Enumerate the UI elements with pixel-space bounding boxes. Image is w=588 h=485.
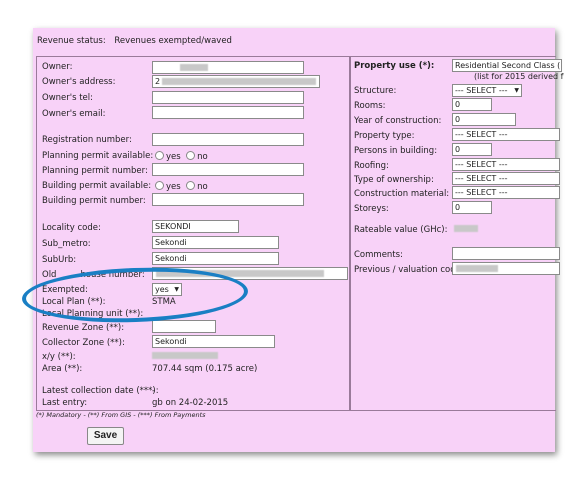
comments-label: Comments: [354, 250, 403, 260]
locality-code-label: Locality code: [42, 223, 101, 233]
area-value: 707.44 sqm (0.175 acre) [152, 364, 258, 374]
construction-material-label: Construction material: [354, 189, 450, 199]
registration-number-field[interactable] [152, 133, 304, 146]
property-use-label: Property use (*): [354, 61, 435, 71]
year-of-construction-label: Year of construction: [354, 116, 442, 126]
suburb-label: SubUrb: [42, 255, 77, 265]
type-of-ownership-select[interactable]: --- SELECT --- [452, 172, 560, 185]
owner-email-field[interactable] [152, 106, 304, 119]
roofing-select[interactable]: --- SELECT --- [452, 158, 560, 171]
planning-permit-radio-group: yes no [155, 151, 208, 162]
owner-tel-field[interactable] [152, 91, 304, 104]
property-use-field[interactable]: Residential Second Class ( [452, 59, 562, 72]
revenue-zone-label: Revenue Zone (**): [42, 323, 125, 333]
previous-valuation-code-label: Previous / valuation code: [354, 265, 464, 275]
footnote: (*) Mandatory - (**) From GIS - (***) Fr… [36, 411, 206, 419]
building-permit-yes-radio[interactable] [155, 181, 164, 190]
xy-label: x/y (**): [42, 352, 76, 362]
planning-permit-yes-radio[interactable] [155, 151, 164, 160]
storeys-label: Storeys: [354, 204, 389, 214]
structure-label: Structure: [354, 86, 397, 96]
planning-permit-number-field[interactable] [152, 163, 304, 176]
owner-address-redacted [162, 78, 316, 85]
planning-permit-yes-label: yes [166, 152, 181, 162]
sub-metro-field[interactable]: Sekondi [152, 236, 279, 249]
revenue-status: Revenue status: Revenues exempted/waved [37, 36, 232, 46]
locality-code-field[interactable]: SEKONDI [152, 220, 239, 233]
planning-permit-no-radio[interactable] [186, 151, 196, 160]
last-entry-value: gb on 24-02-2015 [152, 398, 229, 408]
construction-material-select[interactable]: --- SELECT --- [452, 186, 560, 199]
sub-metro-label: Sub_metro: [42, 239, 91, 249]
previous-valuation-code-redacted [456, 265, 498, 272]
persons-in-building-label: Persons in building: [354, 146, 438, 156]
building-permit-number-label: Building permit number: [42, 196, 146, 206]
chevron-down-icon: ▼ [514, 87, 519, 94]
roofing-label: Roofing: [354, 161, 389, 171]
building-permit-number-field[interactable] [152, 193, 304, 206]
planning-permit-number-label: Planning permit number: [42, 166, 148, 176]
building-permit-radio-group: yes no [155, 181, 208, 192]
comments-field[interactable] [452, 247, 560, 260]
planning-permit-available-label: Planning permit available: [42, 151, 154, 161]
storeys-field[interactable]: 0 [452, 201, 492, 214]
rateable-value-label: Rateable value (GHc): [354, 225, 448, 235]
owner-field[interactable] [152, 61, 304, 74]
revenue-status-label: Revenue status: [37, 36, 106, 46]
rooms-field[interactable]: 0 [452, 98, 492, 111]
structure-value: --- SELECT --- [455, 86, 508, 95]
year-of-construction-field[interactable]: 0 [452, 113, 516, 126]
last-entry-label: Last entry: [42, 398, 88, 408]
owner-address-value: 2 [155, 77, 161, 86]
collector-zone-label: Collector Zone (**): [42, 338, 125, 348]
property-type-select[interactable]: --- SELECT --- [452, 128, 560, 141]
building-permit-yes-label: yes [166, 182, 181, 192]
owner-label: Owner: [42, 62, 73, 72]
planning-permit-no-label: no [197, 152, 208, 162]
revenue-zone-field[interactable] [152, 320, 216, 333]
owner-redacted [180, 64, 208, 71]
registration-number-label: Registration number: [42, 135, 132, 145]
latest-collection-date-label: Latest collection date (***): [42, 386, 159, 396]
building-permit-no-label: no [197, 182, 208, 192]
persons-in-building-field[interactable]: 0 [452, 143, 492, 156]
suburb-field[interactable]: Sekondi [152, 252, 279, 265]
building-permit-no-radio[interactable] [186, 181, 196, 190]
rateable-value-redacted [454, 225, 478, 232]
property-type-label: Property type: [354, 131, 415, 141]
type-of-ownership-label: Type of ownership: [354, 175, 434, 185]
owner-address-label: Owner's address: [42, 77, 116, 87]
latest-collection-date-value: - [152, 386, 156, 396]
collector-zone-field[interactable]: Sekondi [152, 335, 275, 348]
owner-tel-label: Owner's tel: [42, 93, 94, 103]
property-use-note: (list for 2015 derived f [474, 72, 564, 81]
owner-email-label: Owner's email: [42, 109, 106, 119]
save-button[interactable]: Save [87, 427, 124, 445]
area-label: Area (**): [42, 364, 83, 374]
revenue-status-value: Revenues exempted/waved [114, 36, 232, 46]
xy-redacted [152, 352, 218, 359]
rooms-label: Rooms: [354, 101, 386, 111]
building-permit-available-label: Building permit available: [42, 181, 152, 191]
structure-select[interactable]: --- SELECT --- ▼ [452, 84, 522, 97]
